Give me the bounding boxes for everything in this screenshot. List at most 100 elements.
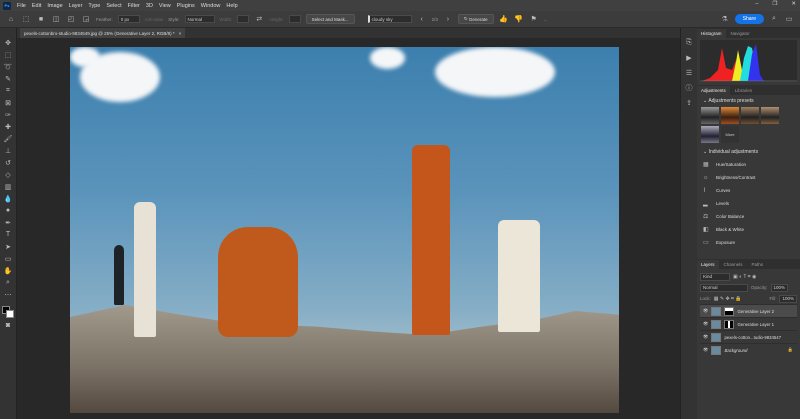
quick-select-icon[interactable]: ✎ [3,74,13,83]
close-window-icon[interactable]: ✕ [791,1,796,7]
adjustment-item[interactable]: ☼Brightness/Contrast [697,171,800,184]
menu-plugins[interactable]: Plugins [177,3,195,9]
shape-tool-icon[interactable]: ▭ [3,254,13,263]
marquee-tool-icon[interactable]: ⬚ [3,50,13,59]
menu-3d[interactable]: 3D [146,3,153,9]
more-presets-button[interactable]: More [721,126,739,143]
tab-navigator[interactable]: Navigator [727,29,754,38]
preset-thumbnail[interactable] [721,107,739,124]
preset-thumbnail[interactable] [701,107,719,124]
more-tools-icon[interactable]: ⋯ [3,290,13,299]
crop-tool-icon[interactable]: ⌗ [3,86,13,95]
workspace-icon[interactable]: ▭ [784,15,794,24]
layer-kind-filter[interactable]: Kind [700,273,730,281]
flask-icon[interactable]: ⚗ [720,15,730,24]
layer-row[interactable]: 👁Generative Layer 1 [700,317,797,330]
gradient-tool-icon[interactable]: ▥ [3,182,13,191]
menu-view[interactable]: View [159,3,171,9]
document-canvas[interactable] [70,47,619,413]
dodge-tool-icon[interactable]: ● [3,206,13,215]
healing-brush-icon[interactable]: ✚ [3,122,13,131]
adjustments-presets-heading[interactable]: ⌄ Adjustments presets [697,95,800,107]
menu-layer[interactable]: Layer [69,3,83,9]
prev-variation-icon[interactable]: ‹ [417,15,427,24]
close-tab-icon[interactable]: × [179,31,182,36]
menu-select[interactable]: Select [106,3,121,9]
width-input[interactable] [237,15,249,23]
opacity-input[interactable]: 100% [771,284,789,292]
layer-mask-thumbnail[interactable] [724,320,734,329]
brush-tool-icon[interactable]: 🖌 [3,134,13,143]
menu-edit[interactable]: Edit [32,3,41,9]
tab-histogram[interactable]: Histogram [697,29,726,38]
generate-button[interactable]: ↻ Generate [458,14,494,24]
adjustment-item[interactable]: ▭Exposure [697,236,800,249]
intersect-selection-icon[interactable]: ◲ [81,15,91,24]
path-select-icon[interactable]: ➤ [3,242,13,251]
blur-tool-icon[interactable]: 💧 [3,194,13,203]
individual-adjustments-heading[interactable]: ⌄ Individual adjustments [697,146,800,158]
layer-filter-icons[interactable]: ▣ ◐ T ⌗ ◉ [733,274,756,280]
add-selection-icon[interactable]: ◫ [51,15,61,24]
eye-icon[interactable]: 👁 [703,308,708,314]
preset-thumbnail[interactable] [741,107,759,124]
menu-window[interactable]: Window [201,3,221,9]
tab-adjustments[interactable]: Adjustments [697,86,730,95]
search-icon[interactable]: ⌕ [769,15,779,24]
eye-icon[interactable]: 👁 [703,321,708,327]
history-brush-icon[interactable]: ↺ [3,158,13,167]
next-variation-icon[interactable]: › [443,15,453,24]
tab-libraries[interactable]: Libraries [731,86,756,95]
more-options-button[interactable]: ... [544,17,548,22]
thumbs-up-icon[interactable]: 👍 [499,15,509,24]
layer-row[interactable]: 👁Background🔒 [700,343,797,356]
feather-input[interactable]: 0 px [118,15,140,23]
color-swatches[interactable] [2,306,14,318]
hand-tool-icon[interactable]: ✋ [3,266,13,275]
layer-row[interactable]: 👁pexels-cotton...tudio-9834547 [700,330,797,343]
properties-sliders-icon[interactable]: ☰ [684,68,694,77]
menu-help[interactable]: Help [226,3,237,9]
pen-tool-icon[interactable]: ✒ [3,218,13,227]
select-and-mask-button[interactable]: Select and Mask... [306,14,355,24]
minimize-icon[interactable]: – [755,1,758,7]
type-tool-icon[interactable]: T [3,230,13,239]
adjustment-item[interactable]: ▦Hue/Saturation [697,158,800,171]
adjustment-item[interactable]: ◧Black & White [697,223,800,236]
share-button[interactable]: Share [735,14,764,24]
layer-row[interactable]: 👁Generative Layer 2 [700,304,797,317]
eraser-icon[interactable]: ◇ [3,170,13,179]
swap-icon[interactable]: ⇄ [254,15,264,24]
marquee-preset-icon[interactable]: ⬚ [21,15,31,24]
thumbs-down-icon[interactable]: 👎 [514,15,524,24]
eye-icon[interactable]: 👁 [703,334,708,340]
stamp-tool-icon[interactable]: ⊥ [3,146,13,155]
home-icon[interactable]: ⌂ [6,15,16,24]
preset-thumbnail[interactable] [701,126,719,143]
tab-channels[interactable]: Channels [720,260,747,269]
fill-input[interactable]: 100% [779,295,797,303]
frame-tool-icon[interactable]: ⊠ [3,98,13,107]
anti-alias-checkbox[interactable]: Anti-alias [145,17,164,22]
menu-image[interactable]: Image [47,3,62,9]
menu-type[interactable]: Type [88,3,100,9]
document-tab[interactable]: pexels-cottonbro-studio-9834549.jpg @ 25… [20,28,185,38]
layer-mask-thumbnail[interactable] [724,307,734,316]
menu-filter[interactable]: Filter [128,3,140,9]
background-color[interactable] [6,310,14,318]
export-icon[interactable]: ⇪ [684,98,694,107]
preset-thumbnail[interactable] [761,107,779,124]
info-icon[interactable]: ⓘ [684,83,694,92]
adjustment-item[interactable]: ⌇Curves [697,184,800,197]
move-tool-icon[interactable]: ✥ [3,38,13,47]
quick-mask-icon[interactable]: ◙ [3,321,13,330]
tab-paths[interactable]: Paths [748,260,768,269]
lock-icons[interactable]: ▦ ✎ ✥ ⌗ 🔒 [714,296,742,302]
style-select[interactable]: Normal [185,15,215,23]
restore-icon[interactable]: ❐ [772,1,777,7]
prompt-input[interactable]: cloudy sky [368,15,412,23]
new-selection-icon[interactable]: ■ [36,15,46,24]
eye-icon[interactable]: 👁 [703,347,708,353]
blend-mode-select[interactable]: Normal [700,284,748,292]
eyedropper-icon[interactable]: ✑ [3,110,13,119]
